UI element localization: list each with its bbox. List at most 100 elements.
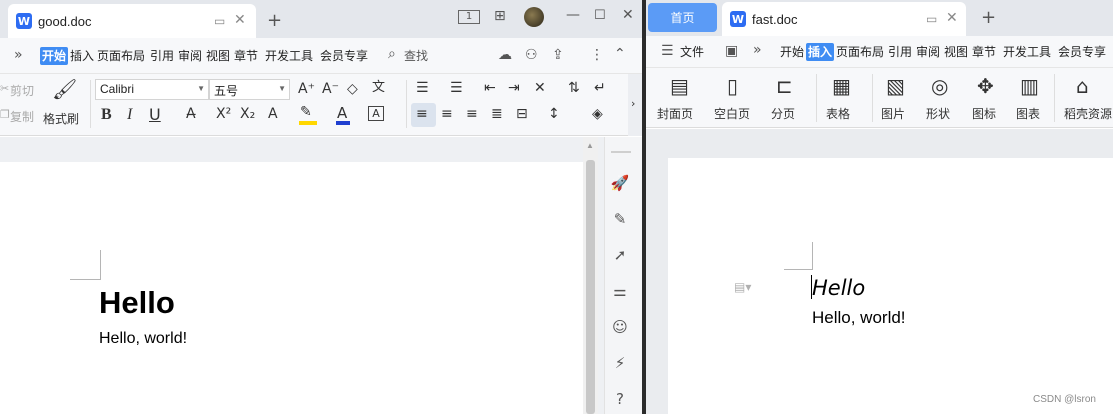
menu-chapter[interactable]: 章节 [234, 47, 258, 65]
help-icon[interactable]: ? [605, 390, 635, 408]
sort-icon[interactable]: ⇅ [568, 81, 580, 95]
robot-icon[interactable]: ☺ [605, 318, 635, 336]
menu-membership[interactable]: 会员专享 [320, 47, 368, 65]
collaborate-icon[interactable]: ⚇ [525, 47, 538, 63]
cover-page-button[interactable]: 封面页 [657, 105, 693, 122]
bullets-icon[interactable]: ☰ [416, 81, 429, 95]
menu-review[interactable]: 审阅 [916, 43, 940, 61]
menu-insert[interactable]: 插入 [70, 47, 94, 65]
menu-references[interactable]: 引用 [888, 43, 912, 61]
font-size-combo[interactable]: 五号 ▼ [209, 79, 290, 100]
expand-chevrons-icon[interactable]: » [14, 47, 23, 63]
shrink-font-icon[interactable]: A⁻ [322, 82, 339, 96]
minimize-icon[interactable]: — [566, 8, 580, 22]
sliders-icon[interactable]: ⚌ [605, 282, 635, 300]
menu-file[interactable]: 文件 [680, 43, 704, 61]
text-effect-icon[interactable]: A [268, 107, 278, 121]
menu-insert[interactable]: 插入 [806, 43, 835, 61]
tab-good-doc[interactable]: W good.doc ▭ ✕ [8, 4, 256, 38]
grow-font-icon[interactable]: A⁺ [298, 82, 315, 96]
document-page[interactable]: Hello Hello, world! [0, 162, 583, 414]
paragraph-style-icon[interactable]: ▤▾ [734, 280, 751, 294]
superscript-button[interactable]: X² [216, 107, 231, 121]
menu-home[interactable]: 开始 [780, 43, 804, 61]
more-icon[interactable]: ⋮ [590, 47, 604, 63]
menu-page-layout[interactable]: 页面布局 [836, 43, 884, 61]
underline-button[interactable]: U [149, 107, 161, 123]
document-heading[interactable]: Hello [812, 276, 865, 300]
new-tab-plus-icon[interactable]: + [981, 9, 996, 27]
float-window-icon[interactable]: ▭ [926, 12, 937, 26]
italic-button[interactable]: I [127, 107, 132, 123]
lightning-icon[interactable]: ⚡ [605, 354, 635, 372]
user-avatar[interactable] [524, 7, 544, 27]
panel-drag-handle[interactable] [611, 151, 631, 153]
collapse-ribbon-icon[interactable]: ⌃ [614, 46, 626, 62]
align-left-icon[interactable]: ≡ [416, 107, 428, 121]
menu-page-layout[interactable]: 页面布局 [97, 47, 145, 65]
maximize-icon[interactable]: ☐ [594, 9, 606, 22]
rocket-icon[interactable]: 🚀 [605, 174, 635, 192]
document-body-text[interactable]: Hello, world! [812, 308, 906, 328]
menu-review[interactable]: 审阅 [178, 47, 202, 65]
menu-references[interactable]: 引用 [150, 47, 174, 65]
menu-chapter[interactable]: 章节 [972, 43, 996, 61]
docer-resources-button[interactable]: 稻壳资源 [1064, 105, 1112, 122]
search-label[interactable]: 查找 [404, 47, 428, 65]
close-tab-icon[interactable]: ✕ [234, 12, 246, 28]
align-center-icon[interactable]: ≡ [441, 107, 453, 121]
scroll-up-icon[interactable]: ▲ [586, 141, 594, 150]
numbering-icon[interactable]: ☰ [450, 81, 463, 95]
document-heading[interactable]: Hello [99, 285, 175, 321]
page-break-button[interactable]: 分页 [771, 105, 795, 122]
home-tab[interactable]: 首页 [648, 3, 717, 32]
chart-button[interactable]: 图表 [1016, 105, 1040, 122]
menu-developer[interactable]: 开发工具 [1003, 43, 1051, 61]
grid-apps-icon[interactable]: ⊞ [494, 9, 506, 23]
menu-view[interactable]: 视图 [206, 47, 230, 65]
font-name-combo[interactable]: Calibri ▼ [95, 79, 209, 100]
blank-page-button[interactable]: 空白页 [714, 105, 750, 122]
clear-format-icon[interactable]: ◇ [347, 82, 358, 96]
copy-button[interactable]: 复制 [10, 108, 34, 125]
line-spacing-icon[interactable]: ↕ [548, 107, 560, 121]
highlight-icon[interactable]: ✎ [300, 105, 312, 119]
increase-indent-icon[interactable]: ⇥ [508, 81, 520, 95]
shading-icon[interactable]: ◈ [592, 107, 603, 121]
subscript-button[interactable]: X₂ [240, 107, 255, 121]
strikethrough-icon[interactable]: A̶ [186, 107, 196, 121]
tab-fast-doc[interactable]: W fast.doc ▭ ✕ [722, 2, 966, 36]
new-tab-plus-icon[interactable]: + [267, 12, 282, 30]
distribute-icon[interactable]: ⊟ [516, 107, 528, 121]
icons-button[interactable]: 图标 [972, 105, 996, 122]
format-painter-button[interactable]: 格式刷 [43, 110, 79, 127]
shapes-button[interactable]: 形状 [926, 105, 950, 122]
char-border-button[interactable]: A [368, 106, 384, 121]
show-marks-icon[interactable]: ↵ [594, 81, 606, 95]
font-color-button[interactable]: A [337, 106, 347, 121]
share-icon[interactable]: ⇪ [552, 47, 564, 63]
close-tab-icon[interactable]: ✕ [946, 10, 958, 26]
decrease-indent-icon[interactable]: ⇤ [484, 81, 496, 95]
menu-developer[interactable]: 开发工具 [265, 47, 313, 65]
document-body-text[interactable]: Hello, world! [99, 330, 187, 348]
float-window-icon[interactable]: ▭ [214, 14, 225, 28]
align-right-icon[interactable]: ≡ [466, 107, 478, 121]
cut-button[interactable]: 剪切 [10, 82, 34, 99]
document-page[interactable]: ▤▾ Hello Hello, world! CSDN @lsron [668, 158, 1113, 414]
chinese-layout-icon[interactable]: ✕ [534, 81, 546, 95]
save-icon[interactable]: ▣ [725, 43, 738, 59]
pen-icon[interactable]: ✎ [605, 210, 635, 228]
menu-membership[interactable]: 会员专享 [1058, 43, 1106, 61]
scroll-thumb[interactable] [586, 160, 595, 414]
bold-button[interactable]: B [101, 107, 112, 123]
chevron-right-icon[interactable]: › [631, 98, 635, 109]
menu-home[interactable]: 开始 [40, 47, 69, 65]
cloud-icon[interactable]: ☁ [498, 47, 512, 63]
menu-view[interactable]: 视图 [944, 43, 968, 61]
phonetic-guide-icon[interactable]: 文 [372, 81, 385, 94]
close-window-icon[interactable]: ✕ [622, 8, 634, 22]
search-icon[interactable]: ⌕ [388, 46, 396, 62]
table-button[interactable]: 表格 [826, 105, 850, 122]
vertical-scrollbar[interactable]: ▲ [583, 137, 598, 414]
